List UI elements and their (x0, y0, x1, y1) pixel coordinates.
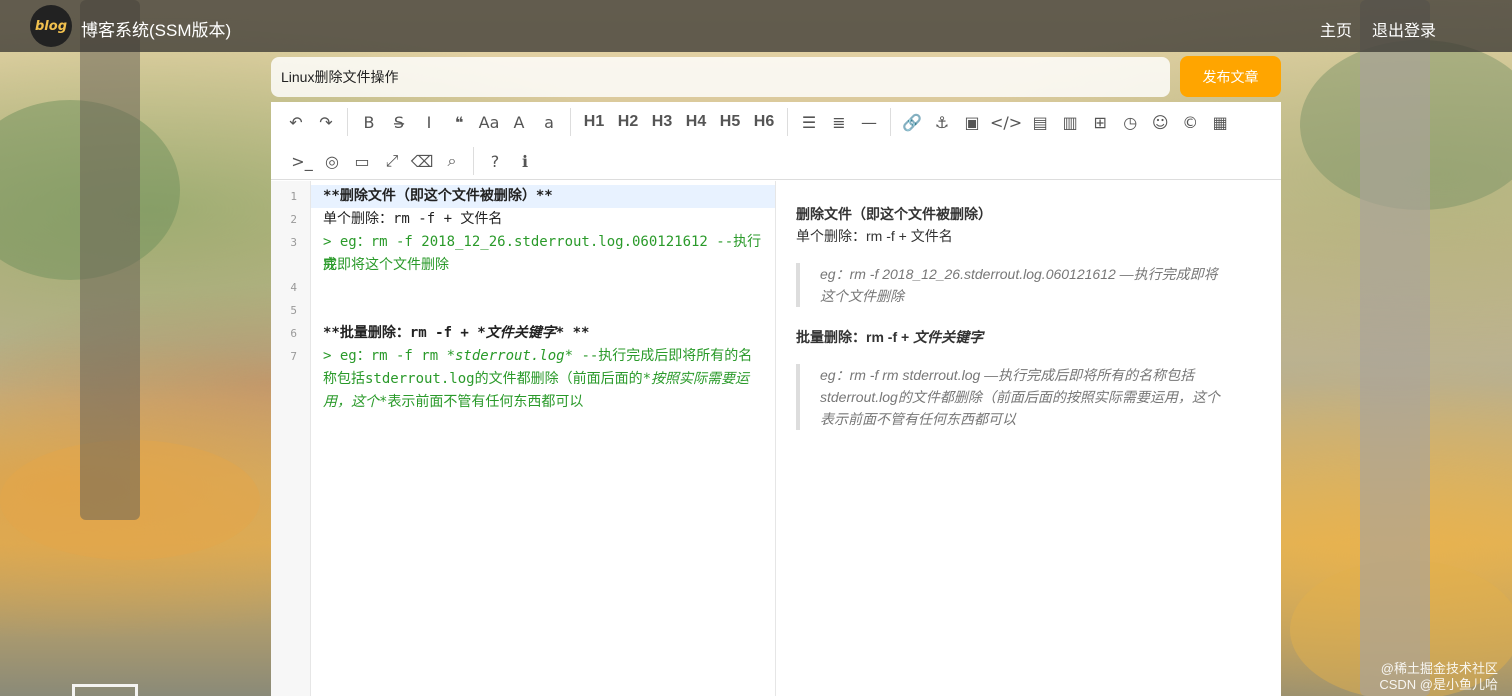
fullscreen-icon[interactable]: ⤢ (377, 146, 407, 176)
code-line: 称包括stderrout.log的文件都删除（前面后面的*按照实际需要运 (323, 368, 763, 391)
blog-logo[interactable]: blog (30, 5, 72, 47)
clear-icon[interactable]: ⌫ (407, 146, 437, 176)
inline-code-icon[interactable]: </> (987, 107, 1025, 137)
background-tree (1360, 0, 1430, 696)
code-line: 用，这个*表示前面不管有任何东西都可以 (323, 391, 763, 414)
info-icon[interactable]: ℹ (510, 146, 540, 176)
preview-heading: 批量删除：rm -f + 文件关键字 (796, 326, 1256, 348)
preview-blockquote: eg：rm -f 2018_12_26.stderrout.log.060121… (796, 263, 1256, 307)
heading-emphasis: 文件关键字 (913, 329, 984, 345)
italic-icon[interactable]: I (414, 107, 444, 137)
horizontal-rule-icon[interactable]: — (854, 107, 884, 137)
background-frame (72, 684, 138, 696)
code-text: 表示前面不管有任何东西都可以 (387, 394, 584, 410)
search-icon[interactable]: ⌕ (437, 146, 467, 176)
link-icon[interactable]: 🔗 (897, 107, 927, 137)
h4-button[interactable]: H4 (679, 107, 713, 137)
quote-line: eg：rm -f 2018_12_26.stderrout.log.060121… (820, 266, 1218, 282)
preview-paragraph: 单个删除：rm -f + 文件名 (796, 228, 953, 244)
code-text: > eg：rm -f rm (323, 348, 447, 364)
code-line: 成即将这个文件删除 (323, 257, 449, 273)
undo-icon[interactable]: ↶ (281, 107, 311, 137)
h3-button[interactable]: H3 (645, 107, 679, 137)
h6-button[interactable]: H6 (747, 107, 781, 137)
table-icon[interactable]: ⊞ (1085, 107, 1115, 137)
code-line: 单个删除：rm -f + 文件名 (323, 211, 503, 227)
ordered-list-icon[interactable]: ≣ (824, 107, 854, 137)
editor-toolbar: ↶ ↷ B S̶ I ❝ Aa Aa H1 H2 H3 H4 H5 H6 ☰ ≣ — 🔗 ⚓ ▣ </> ▤ ▥ ⊞ ◷ ☺ © ▦ … (271, 102, 1281, 180)
code-emphasis: *按照实际需要运 (642, 371, 750, 387)
toolbar-separator (473, 147, 474, 175)
case-aa-icon[interactable]: Aa (474, 107, 504, 137)
editor-preview-divider (775, 181, 776, 696)
background-tree (80, 0, 140, 520)
image-icon[interactable]: ▣ (957, 107, 987, 137)
fullscreen-preview-icon[interactable]: ▭ (347, 146, 377, 176)
code-text: * ** (555, 325, 590, 341)
quote-line: stderrout.log的文件都删除（前面后面的按照实际需要运用，这个 (820, 389, 1220, 405)
publish-article-button[interactable]: 发布文章 (1180, 56, 1281, 97)
code-text: **批量删除：rm -f + * (323, 325, 486, 341)
bold-icon[interactable]: B (354, 107, 384, 137)
site-title: 博客系统(SSM版本) (81, 21, 232, 40)
redo-icon[interactable]: ↷ (311, 107, 341, 137)
code-text: 称包括stderrout.log的文件都删除（前面后面的 (323, 371, 643, 387)
toolbar-row-2: >_ ◎ ▭ ⤢ ⌫ ⌕? ℹ (287, 144, 540, 178)
preformatted-icon[interactable]: ▥ (1055, 107, 1085, 137)
line-number: 3 (290, 236, 297, 249)
unordered-list-icon[interactable]: ☰ (794, 107, 824, 137)
toolbar-separator (890, 108, 891, 136)
heading-text: 批量删除：rm -f + (796, 329, 914, 345)
line-number-gutter: 1 2 3 4 5 6 7 (271, 181, 311, 696)
line-number: 1 (290, 190, 297, 203)
quote-line: 表示前面不管有任何东西都可以 (820, 411, 1016, 427)
anchor-icon[interactable]: ⚓ (927, 107, 957, 137)
toolbar-separator (570, 108, 571, 136)
markdown-editor: ↶ ↷ B S̶ I ❝ Aa Aa H1 H2 H3 H4 H5 H6 ☰ ≣ — 🔗 ⚓ ▣ </> ▤ ▥ ⊞ ◷ ☺ © ▦ … (271, 102, 1281, 696)
article-title-input[interactable] (271, 57, 1170, 97)
line-number: 2 (290, 213, 297, 226)
line-number: 7 (290, 350, 297, 363)
help-icon[interactable]: ? (480, 146, 510, 176)
line-number: 6 (290, 327, 297, 340)
code-emphasis: 文件关键字 (485, 325, 556, 341)
toolbar-row-1: ↶ ↷ B S̶ I ❝ Aa Aa H1 H2 H3 H4 H5 H6 ☰ ≣ — 🔗 ⚓ ▣ </> ▤ ▥ ⊞ ◷ ☺ © ▦ (281, 105, 1235, 139)
strikethrough-icon[interactable]: S̶ (384, 107, 414, 137)
h5-button[interactable]: H5 (713, 107, 747, 137)
code-emphasis: 用，这个* (323, 394, 388, 410)
code-text: --执行完成后即将所有的名 (573, 348, 753, 364)
preview-blockquote: eg：rm -f rm stderrout.log —执行完成后即将所有的名称包… (796, 364, 1256, 430)
markdown-source-area[interactable]: **删除文件（即这个文件被删除）** 单个删除：rm -f + 文件名 > eg… (311, 181, 775, 696)
h2-button[interactable]: H2 (611, 107, 645, 137)
quote-line: 这个文件删除 (820, 288, 904, 304)
toolbar-separator (787, 108, 788, 136)
nav-home-link[interactable]: 主页 (1320, 17, 1352, 41)
preview-heading: 删除文件（即这个文件被删除） (796, 206, 992, 222)
quote-icon[interactable]: ❝ (444, 107, 474, 137)
code-block-icon[interactable]: ▤ (1025, 107, 1055, 137)
quote-line: eg：rm -f rm stderrout.log —执行完成后即将所有的名称包… (820, 367, 1195, 383)
html-entities-icon[interactable]: © (1175, 107, 1205, 137)
h1-button[interactable]: H1 (577, 107, 611, 137)
goto-line-icon[interactable]: >_ (287, 146, 317, 176)
code-line: > eg：rm -f rm *stderrout.log* --执行完成后即将所… (323, 345, 763, 368)
pagebreak-icon[interactable]: ▦ (1205, 107, 1235, 137)
nav-logout-link[interactable]: 退出登录 (1372, 17, 1436, 41)
line-number: 4 (290, 281, 297, 294)
line-number: 5 (290, 304, 297, 317)
code-line: **删除文件（即这个文件被删除）** (323, 188, 553, 204)
emoji-icon[interactable]: ☺ (1145, 107, 1175, 137)
code-line: **批量删除：rm -f + *文件关键字* ** (323, 322, 763, 345)
code-emphasis: *stderrout.log* (446, 348, 574, 364)
toggle-preview-icon[interactable]: ◎ (317, 146, 347, 176)
datetime-icon[interactable]: ◷ (1115, 107, 1145, 137)
markdown-preview: 删除文件（即这个文件被删除） 单个删除：rm -f + 文件名 eg：rm -f… (796, 181, 1266, 696)
top-navbar: blog 博客系统(SSM版本) 主页 退出登录 (0, 0, 1512, 52)
lowercase-icon[interactable]: a (534, 107, 564, 137)
toolbar-separator (347, 108, 348, 136)
uppercase-icon[interactable]: A (504, 107, 534, 137)
watermark: CSDN @是小鱼儿哈 (1379, 677, 1498, 692)
